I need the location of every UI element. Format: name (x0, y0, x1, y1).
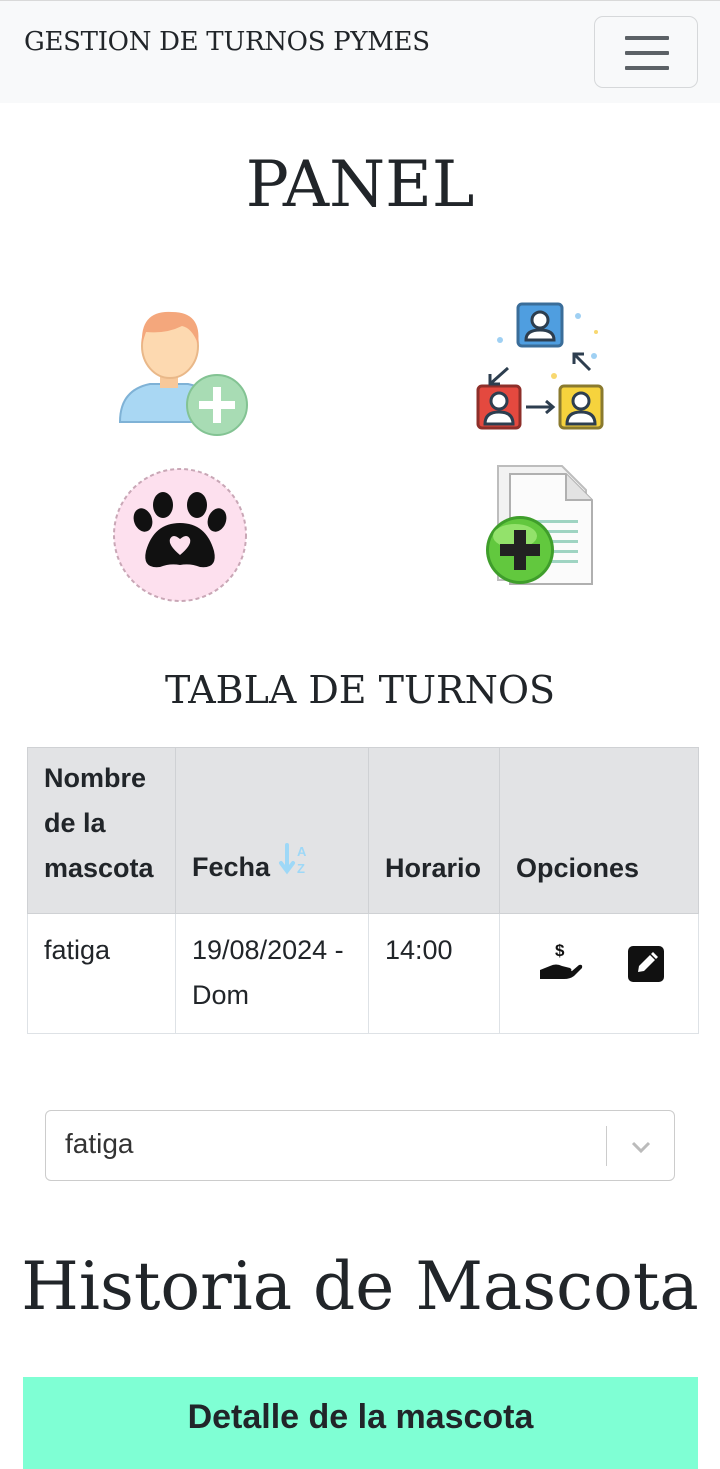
transfer-users-icon (476, 302, 604, 430)
navbar-brand[interactable]: GESTION DE TURNOS PYMES (24, 27, 430, 57)
header-fecha-label: Fecha (192, 852, 271, 883)
add-user-icon (118, 311, 248, 436)
svg-text:A: A (297, 844, 307, 859)
pet-paw-tile[interactable] (110, 465, 250, 605)
header-nombre: Nombre de la mascota (27, 747, 176, 914)
add-document-icon (486, 465, 593, 585)
header-opciones: Opciones (499, 747, 699, 914)
hamburger-menu-button[interactable] (594, 16, 698, 88)
table-header-row: Nombre de la mascota Fecha A Z Horario O… (27, 747, 699, 914)
cell-fecha: 19/08/2024 - Dom (175, 913, 369, 1034)
edit-icon[interactable] (628, 946, 664, 996)
cell-opciones: $ (499, 913, 699, 1034)
chevron-down-icon[interactable] (629, 1135, 653, 1164)
table-title: TABLA DE TURNOS (164, 668, 556, 712)
historia-title: Historia de Mascota (21, 1248, 699, 1325)
sort-alpha-down-icon[interactable]: A Z (278, 841, 314, 891)
cell-horario: 14:00 (368, 913, 500, 1034)
panel-title: PANEL (245, 148, 475, 222)
pet-paw-icon (113, 468, 247, 602)
add-document-tile[interactable] (470, 460, 610, 600)
select-separator (606, 1126, 607, 1166)
cell-nombre: fatiga (27, 913, 176, 1034)
header-horario: Horario (368, 747, 500, 914)
transfer-users-tile[interactable] (470, 300, 610, 440)
mascota-select-value: fatiga (65, 1128, 134, 1159)
header-fecha[interactable]: Fecha A Z (175, 747, 369, 914)
turnos-table: Nombre de la mascota Fecha A Z Horario O… (27, 747, 699, 1034)
svg-text:Z: Z (297, 861, 305, 876)
mascota-select[interactable]: fatiga (45, 1110, 675, 1181)
navbar: GESTION DE TURNOS PYMES (0, 0, 720, 103)
detalle-mascota-header[interactable]: Detalle de la mascota (23, 1377, 698, 1469)
svg-text:$: $ (555, 941, 565, 960)
payment-icon[interactable]: $ (538, 940, 584, 996)
table-row: fatiga 19/08/2024 - Dom 14:00 $ (27, 913, 699, 1034)
add-user-tile[interactable] (110, 300, 250, 440)
